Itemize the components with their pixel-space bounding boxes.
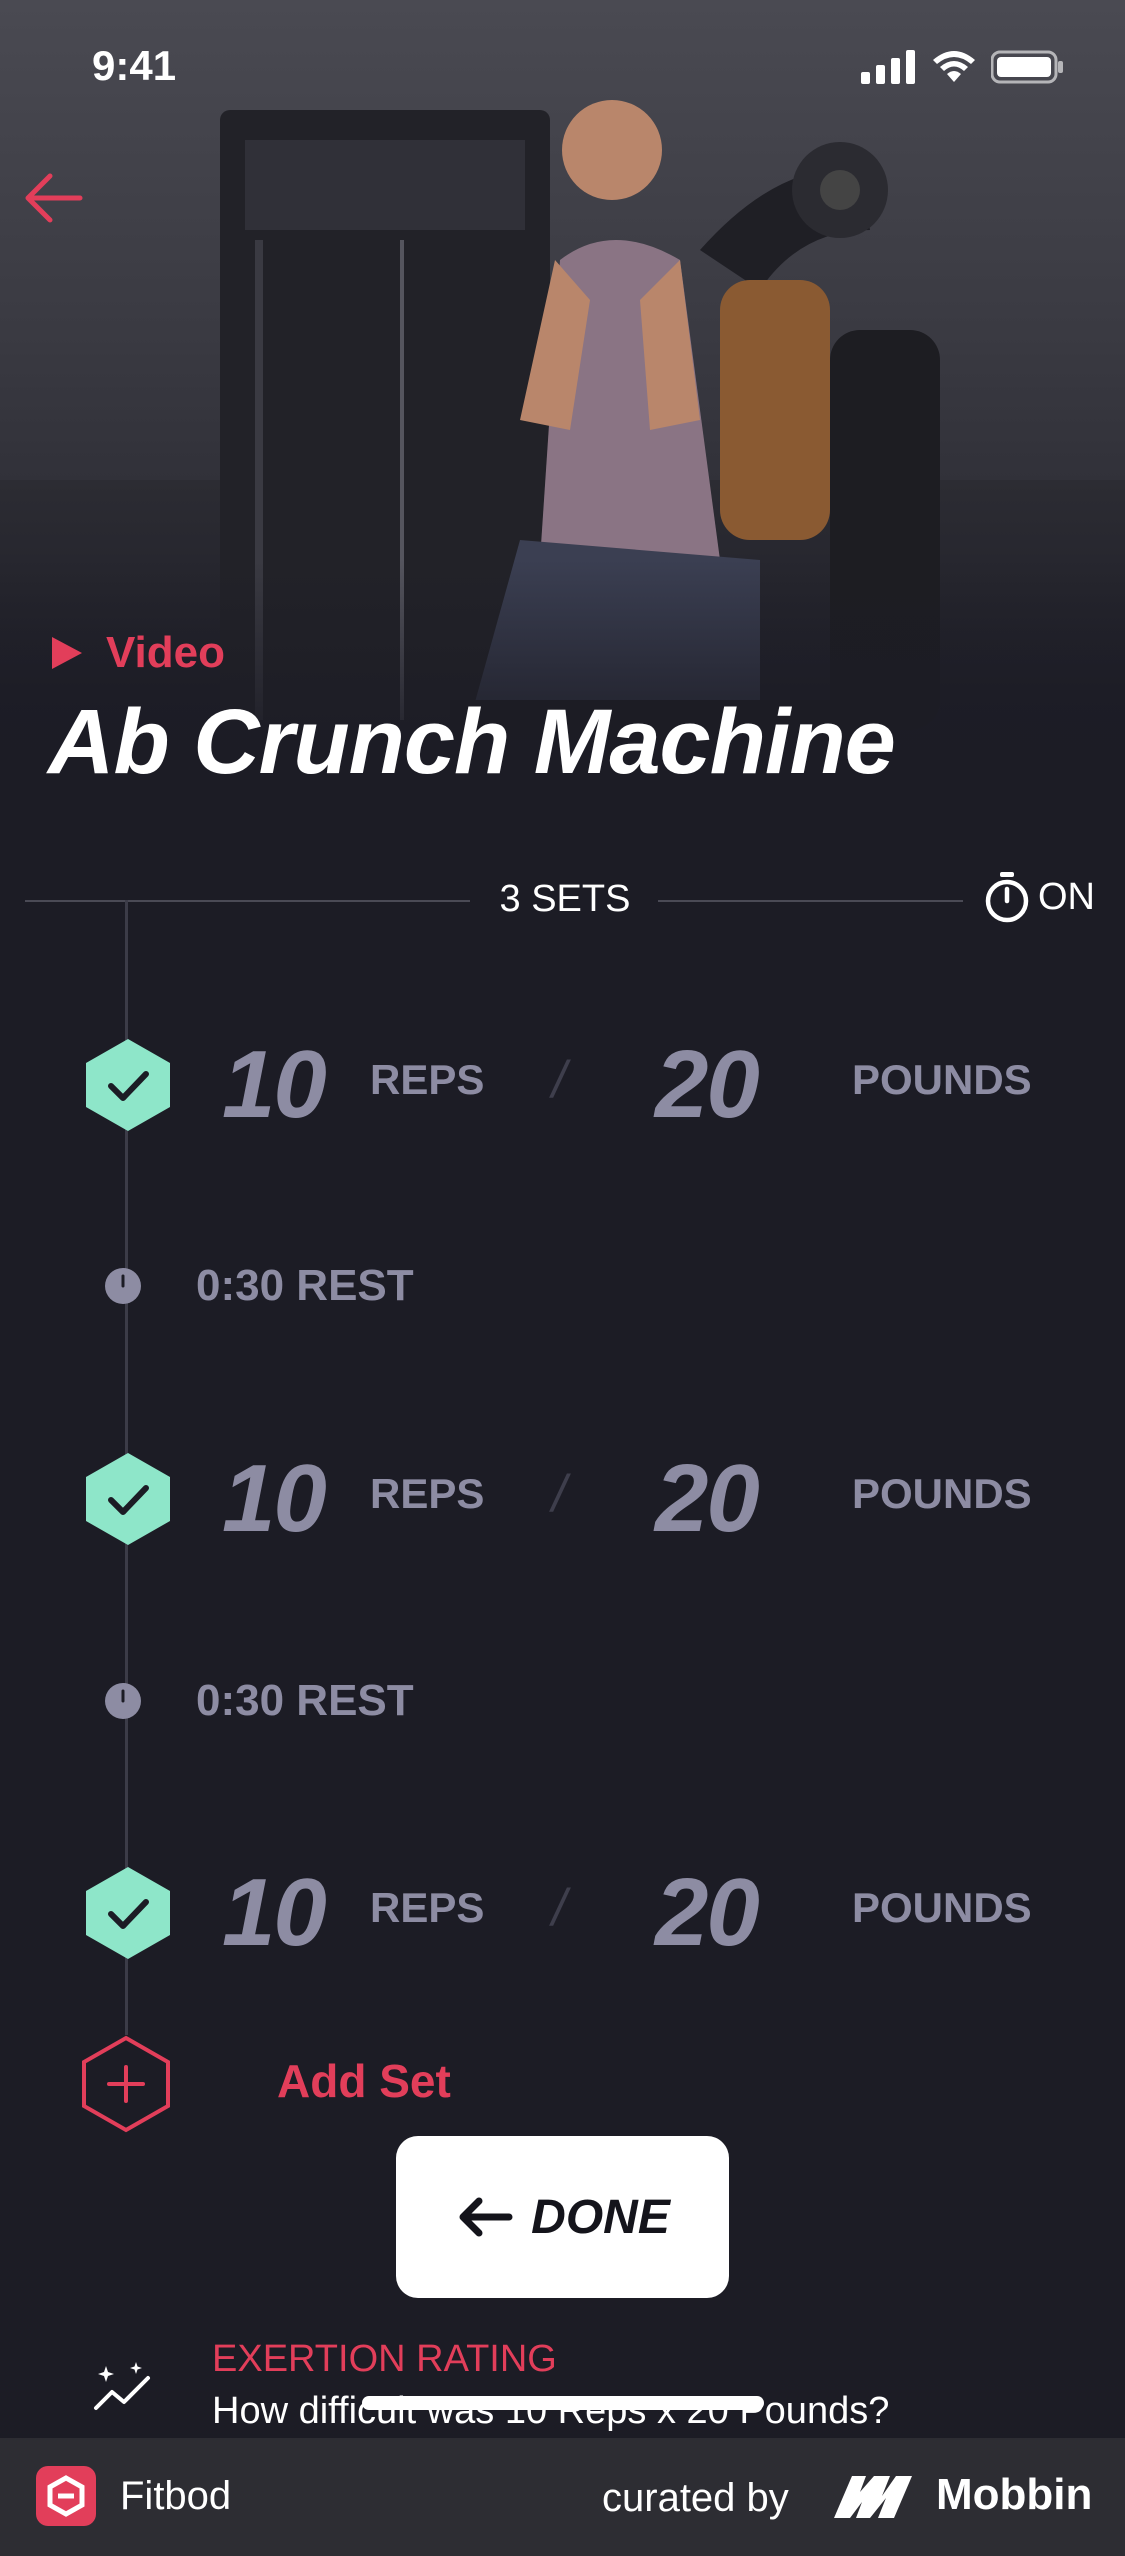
weight-unit: POUNDS xyxy=(852,1884,1032,1931)
arrow-left-icon xyxy=(459,2197,513,2237)
cellular-signal-icon xyxy=(861,50,915,84)
status-icons xyxy=(861,50,1065,84)
reps-value[interactable]: 10 xyxy=(222,1858,327,1968)
rest-timer-toggle[interactable]: ON xyxy=(984,870,1095,924)
set-complete-check-icon[interactable] xyxy=(83,1865,173,1961)
rest-duration-label: 0:30 REST xyxy=(196,1676,414,1725)
add-set-label: Add Set xyxy=(277,2055,451,2107)
back-button[interactable] xyxy=(20,168,90,228)
curated-by-label: curated by xyxy=(602,2476,789,2520)
reps-unit: REPS xyxy=(370,1056,485,1103)
weight-value[interactable]: 20 xyxy=(655,1444,760,1554)
reps-unit: REPS xyxy=(370,1470,485,1517)
weight-value[interactable]: 20 xyxy=(655,1030,760,1140)
timer-state-label: ON xyxy=(1038,875,1095,918)
separator-slash: / xyxy=(552,1465,567,1523)
mobbin-logo-icon xyxy=(834,2476,912,2518)
fitbod-logo-icon xyxy=(36,2466,96,2526)
home-indicator xyxy=(362,2396,764,2410)
rest-duration-label: 0:30 REST xyxy=(196,1261,414,1310)
sets-count-label: 3 SETS xyxy=(499,878,631,920)
rest-row[interactable]: 0:30 REST xyxy=(0,1255,1125,1315)
divider-left xyxy=(25,900,470,902)
done-label: DONE xyxy=(531,2190,670,2244)
video-link[interactable]: Video xyxy=(50,628,225,678)
set-complete-check-icon[interactable] xyxy=(83,1451,173,1547)
brand-name: Mobbin xyxy=(936,2470,1093,2519)
reps-value[interactable]: 10 xyxy=(222,1444,327,1554)
exercise-title: Ab Crunch Machine xyxy=(48,691,896,793)
back-arrow-icon xyxy=(25,173,83,223)
rest-timer-icon xyxy=(105,1268,141,1304)
weight-value[interactable]: 20 xyxy=(655,1858,760,1968)
add-set-button[interactable]: Add Set xyxy=(0,2030,700,2133)
trend-sparkle-icon xyxy=(94,2362,150,2410)
weight-unit: POUNDS xyxy=(852,1470,1032,1517)
battery-icon xyxy=(991,50,1063,84)
add-set-plus-icon xyxy=(82,2035,170,2133)
divider-right xyxy=(658,900,963,902)
set-complete-check-icon[interactable] xyxy=(83,1037,173,1133)
weight-unit: POUNDS xyxy=(852,1056,1032,1103)
separator-slash: / xyxy=(552,1051,567,1109)
done-button[interactable]: DONE xyxy=(396,2136,729,2298)
separator-slash: / xyxy=(552,1879,567,1937)
rest-timer-icon xyxy=(105,1683,141,1719)
wifi-icon xyxy=(933,51,975,82)
footer-bar: Fitbod curated by Mobbin xyxy=(0,2438,1125,2556)
stopwatch-icon xyxy=(985,872,1029,923)
exertion-rating-title: EXERTION RATING xyxy=(212,2338,557,2380)
play-icon xyxy=(52,637,82,669)
video-link-label: Video xyxy=(106,628,226,677)
app-name: Fitbod xyxy=(120,2474,232,2518)
status-bar: 9:41 xyxy=(0,0,1125,140)
set-row[interactable]: 10 REPS / 20 POUNDS xyxy=(0,1020,1125,1140)
status-time: 9:41 xyxy=(92,42,177,89)
set-row[interactable]: 10 REPS / 20 POUNDS xyxy=(0,1434,1125,1554)
sets-summary-row: 3 SETS ON xyxy=(0,870,1125,930)
reps-value[interactable]: 10 xyxy=(222,1030,327,1140)
set-row[interactable]: 10 REPS / 20 POUNDS xyxy=(0,1848,1125,1968)
exertion-rating-row[interactable]: EXERTION RATING How difficult was 10 Rep… xyxy=(0,2330,1125,2440)
rest-row[interactable]: 0:30 REST xyxy=(0,1670,1125,1730)
reps-unit: REPS xyxy=(370,1884,485,1931)
